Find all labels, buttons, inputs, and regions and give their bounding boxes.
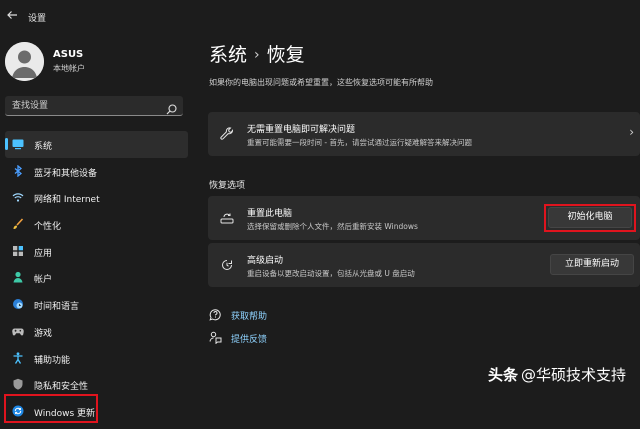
wrench-icon — [220, 127, 234, 141]
restart-now-button[interactable]: 立即重新启动 — [550, 254, 634, 275]
sidebar-item-label: 蓝牙和其他设备 — [34, 168, 98, 179]
help-icon — [209, 308, 222, 321]
feedback-icon — [209, 331, 222, 344]
title-bar: 设置 — [0, 0, 640, 34]
chevron-right-icon: › — [629, 125, 634, 139]
page-title: 恢复 — [266, 44, 305, 66]
troubleshoot-card[interactable]: 无需重置电脑即可解决问题 重置可能需要一段时间 - 首先，请尝试通过运行疑难解答… — [208, 112, 640, 156]
sidebar-item-label: 辅助功能 — [34, 355, 71, 366]
search-icon[interactable] — [166, 100, 177, 115]
sidebar-item-label: 帐户 — [34, 275, 53, 286]
sidebar-item-time-language[interactable]: 时间和语言 — [5, 291, 188, 318]
back-arrow-icon[interactable] — [4, 9, 20, 25]
breadcrumb: 系统 › 恢复 — [209, 40, 305, 67]
watermark-text: @华硕技术支持 — [520, 366, 626, 384]
reset-pc-icon — [220, 211, 234, 225]
monitor-icon — [12, 138, 24, 150]
gamepad-icon — [12, 325, 24, 337]
sidebar-item-gaming[interactable]: 游戏 — [5, 318, 188, 345]
search-input[interactable] — [5, 96, 163, 115]
accessibility-icon — [12, 351, 24, 364]
sidebar-item-label: 隐私和安全性 — [34, 382, 89, 393]
sidebar-item-label: 个性化 — [34, 222, 62, 233]
sidebar-item-label: 游戏 — [34, 328, 53, 339]
troubleshoot-desc: 重置可能需要一段时间 - 首先，请尝试通过运行疑难解答来解决问题 — [247, 138, 472, 147]
sidebar-item-accounts[interactable]: 帐户 — [5, 264, 188, 291]
sidebar-item-bluetooth[interactable]: 蓝牙和其他设备 — [5, 158, 188, 185]
advanced-startup-title: 高级启动 — [247, 256, 284, 266]
reset-pc-card: 重置此电脑 选择保留或删除个人文件，然后重新安装 Windows 初始化电脑 — [208, 196, 640, 240]
get-help-link[interactable]: 获取帮助 — [209, 306, 329, 324]
troubleshoot-title: 无需重置电脑即可解决问题 — [247, 125, 356, 135]
get-help-text[interactable]: 获取帮助 — [231, 309, 267, 322]
reset-pc-title: 重置此电脑 — [247, 209, 293, 219]
globe-clock-icon — [12, 298, 24, 310]
sidebar-item-system[interactable]: 系统 — [5, 131, 188, 158]
search-box — [5, 96, 183, 116]
highlight-box-windows-update — [4, 394, 98, 423]
sidebar-nav: 系统 蓝牙和其他设备 网络和 Internet 个性化 应用 帐户 时间和语言 … — [0, 131, 192, 425]
user-icon — [5, 42, 44, 81]
section-title-recovery-options: 恢复选项 — [209, 181, 246, 191]
bluetooth-icon — [12, 164, 24, 177]
shield-icon — [12, 378, 24, 390]
sidebar-item-label: 应用 — [34, 248, 53, 259]
brush-icon — [12, 218, 24, 230]
advanced-startup-card: 高级启动 重启设备以更改启动设置，包括从光盘或 U 盘启动 立即重新启动 — [208, 243, 640, 287]
user-account-type: 本地帐户 — [53, 64, 85, 73]
give-feedback-text[interactable]: 提供反馈 — [231, 332, 267, 345]
sidebar-item-label: 时间和语言 — [34, 302, 80, 313]
give-feedback-link[interactable]: 提供反馈 — [209, 329, 329, 347]
reset-pc-desc: 选择保留或删除个人文件，然后重新安装 Windows — [247, 222, 418, 231]
advanced-startup-icon — [220, 258, 234, 272]
sidebar-item-network[interactable]: 网络和 Internet — [5, 184, 188, 211]
highlight-box-reset-button — [544, 204, 636, 232]
watermark-brand: 头条 — [487, 366, 518, 384]
apps-icon — [12, 245, 24, 257]
person-icon — [12, 271, 24, 283]
sidebar-item-apps[interactable]: 应用 — [5, 238, 188, 265]
sidebar-item-label: 系统 — [34, 142, 53, 152]
sidebar-item-label: 网络和 Internet — [34, 195, 100, 206]
wifi-icon — [12, 191, 24, 203]
app-title: 设置 — [28, 14, 47, 24]
page-subtitle: 如果你的电脑出现问题或希望重置，这些恢复选项可能有所帮助 — [209, 78, 433, 87]
sidebar-item-accessibility[interactable]: 辅助功能 — [5, 345, 188, 372]
breadcrumb-separator: › — [254, 47, 260, 63]
sidebar: ASUS 本地帐户 系统 蓝牙和其他设备 网络和 Internet — [0, 34, 192, 429]
breadcrumb-parent[interactable]: 系统 — [209, 44, 247, 66]
user-name: ASUS — [53, 49, 84, 60]
avatar[interactable] — [5, 42, 44, 81]
sidebar-item-personalization[interactable]: 个性化 — [5, 211, 188, 238]
watermark: 头条 @华硕技术支持 — [488, 364, 626, 385]
advanced-startup-desc: 重启设备以更改启动设置，包括从光盘或 U 盘启动 — [247, 269, 415, 278]
